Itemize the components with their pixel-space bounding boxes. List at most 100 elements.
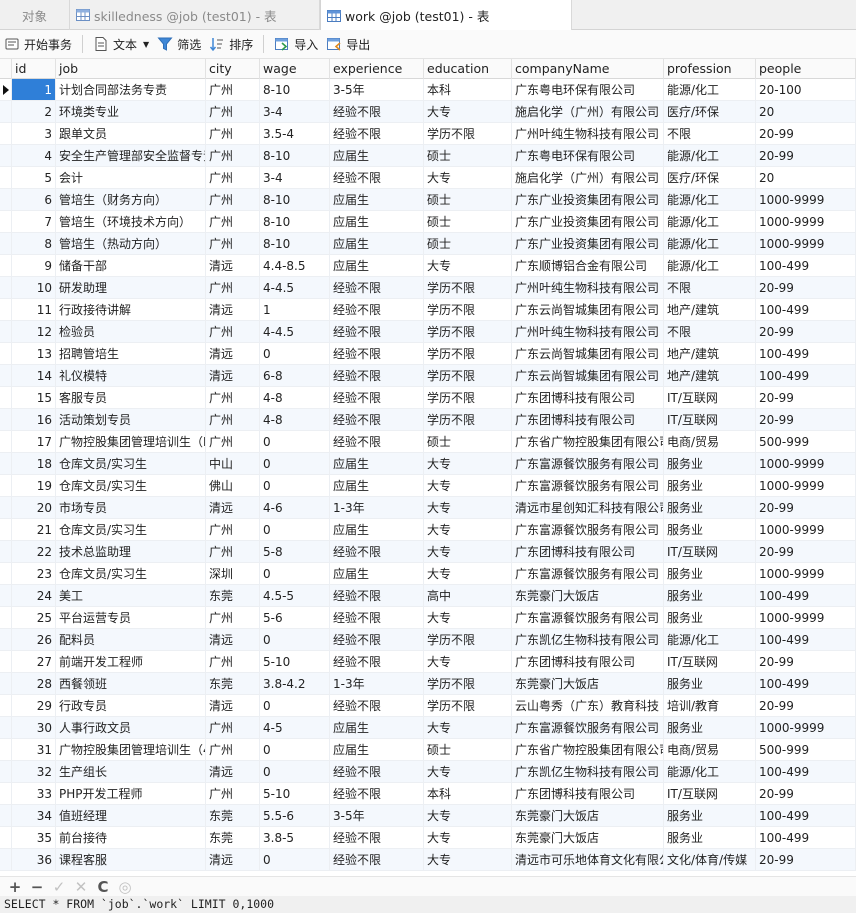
cell-education[interactable]: 学历不限 <box>424 409 512 431</box>
cell-profession[interactable]: 医疗/环保 <box>664 167 756 189</box>
cell-id[interactable]: 12 <box>12 321 56 343</box>
cell-people[interactable]: 1000-9999 <box>756 233 856 255</box>
cell-wage[interactable]: 4-4.5 <box>260 277 330 299</box>
cell-job[interactable]: 仓库文员/实习生 <box>56 453 206 475</box>
cell-job[interactable]: 招聘管培生 <box>56 343 206 365</box>
cell-city[interactable]: 清远 <box>206 497 260 519</box>
row-selector[interactable] <box>0 321 12 343</box>
cell-people[interactable]: 100-499 <box>756 299 856 321</box>
row-selector[interactable] <box>0 739 12 761</box>
cell-people[interactable]: 1000-9999 <box>756 475 856 497</box>
cell-companyname[interactable]: 广东凯亿生物科技有限公司 <box>512 761 664 783</box>
cell-job[interactable]: 管培生（热动方向） <box>56 233 206 255</box>
cell-experience[interactable]: 应届生 <box>330 255 424 277</box>
cell-experience[interactable]: 应届生 <box>330 475 424 497</box>
cell-experience[interactable]: 应届生 <box>330 189 424 211</box>
cell-experience[interactable]: 经验不限 <box>330 123 424 145</box>
cell-people[interactable]: 100-499 <box>756 365 856 387</box>
cell-id[interactable]: 22 <box>12 541 56 563</box>
cell-experience[interactable]: 经验不限 <box>330 541 424 563</box>
cell-id[interactable]: 6 <box>12 189 56 211</box>
cell-profession[interactable]: 培训/教育 <box>664 695 756 717</box>
filter-button[interactable]: 筛选 <box>153 33 205 55</box>
cell-companyname[interactable]: 广东广业投资集团有限公司 <box>512 233 664 255</box>
column-header-job[interactable]: job <box>56 59 206 79</box>
cell-education[interactable]: 学历不限 <box>424 299 512 321</box>
column-header-companyname[interactable]: companyName <box>512 59 664 79</box>
cell-profession[interactable]: 能源/化工 <box>664 189 756 211</box>
table-row[interactable]: 29 行政专员 清远 0 经验不限 学历不限 云山粤秀（广东）教育科技 培训/教育 20-99 <box>0 695 856 717</box>
cell-city[interactable]: 广州 <box>206 211 260 233</box>
cell-experience[interactable]: 应届生 <box>330 563 424 585</box>
cell-profession[interactable]: IT/互联网 <box>664 651 756 673</box>
cell-companyname[interactable]: 广东云尚智城集团有限公司 <box>512 343 664 365</box>
table-row[interactable]: 23 仓库文员/实习生 深圳 0 应届生 大专 广东富源餐饮服务有限公司 服务业 1000-99… <box>0 563 856 585</box>
cell-city[interactable]: 佛山 <box>206 475 260 497</box>
column-header-people[interactable]: people <box>756 59 856 79</box>
cell-education[interactable]: 大专 <box>424 761 512 783</box>
cell-companyname[interactable]: 广州叶纯生物科技有限公司 <box>512 321 664 343</box>
cell-experience[interactable]: 应届生 <box>330 211 424 233</box>
cell-city[interactable]: 东莞 <box>206 805 260 827</box>
cell-id[interactable]: 35 <box>12 827 56 849</box>
cell-people[interactable]: 1000-9999 <box>756 189 856 211</box>
cell-profession[interactable]: IT/互联网 <box>664 387 756 409</box>
row-selector[interactable] <box>0 519 12 541</box>
cell-education[interactable]: 学历不限 <box>424 343 512 365</box>
table-row[interactable]: 10 研发助理 广州 4-4.5 经验不限 学历不限 广州叶纯生物科技有限公司 不限 20-99 <box>0 277 856 299</box>
cell-id[interactable]: 2 <box>12 101 56 123</box>
cell-id[interactable]: 18 <box>12 453 56 475</box>
cell-city[interactable]: 清远 <box>206 629 260 651</box>
cell-city[interactable]: 东莞 <box>206 673 260 695</box>
tab-skilledness-table[interactable]: skilledness @job (test01) - 表 <box>70 0 320 30</box>
cell-companyname[interactable]: 广东团博科技有限公司 <box>512 783 664 805</box>
cell-wage[interactable]: 3.8-5 <box>260 827 330 849</box>
cell-wage[interactable]: 0 <box>260 563 330 585</box>
table-row[interactable]: 11 行政接待讲解 清远 1 经验不限 学历不限 广东云尚智城集团有限公司 地产/建筑 100-… <box>0 299 856 321</box>
cell-wage[interactable]: 4.5-5 <box>260 585 330 607</box>
cell-id[interactable]: 34 <box>12 805 56 827</box>
cell-companyname[interactable]: 清远市可乐地体育文化有限公 <box>512 849 664 871</box>
cell-people[interactable]: 20-99 <box>756 409 856 431</box>
cell-profession[interactable]: 服务业 <box>664 453 756 475</box>
cell-profession[interactable]: 能源/化工 <box>664 233 756 255</box>
cell-experience[interactable]: 经验不限 <box>330 387 424 409</box>
cell-city[interactable]: 广州 <box>206 233 260 255</box>
cell-people[interactable]: 1000-9999 <box>756 717 856 739</box>
begin-transaction-button[interactable]: 开始事务 <box>0 33 76 55</box>
row-selector[interactable] <box>0 695 12 717</box>
cell-id[interactable]: 11 <box>12 299 56 321</box>
table-row[interactable]: 30 人事行政文员 广州 4-5 应届生 大专 广东富源餐饮服务有限公司 服务业 1000-99… <box>0 717 856 739</box>
cell-people[interactable]: 20-99 <box>756 651 856 673</box>
delete-record-button[interactable]: − <box>26 878 48 896</box>
cell-wage[interactable]: 4-4.5 <box>260 321 330 343</box>
cell-experience[interactable]: 经验不限 <box>330 761 424 783</box>
cell-id[interactable]: 16 <box>12 409 56 431</box>
cell-id[interactable]: 28 <box>12 673 56 695</box>
row-selector[interactable] <box>0 365 12 387</box>
cell-job[interactable]: 仓库文员/实习生 <box>56 519 206 541</box>
cell-education[interactable]: 大专 <box>424 101 512 123</box>
text-button[interactable]: 文本 ▼ <box>89 33 153 55</box>
cell-id[interactable]: 15 <box>12 387 56 409</box>
cell-people[interactable]: 500-999 <box>756 431 856 453</box>
cell-people[interactable]: 20-99 <box>756 123 856 145</box>
cell-profession[interactable]: 服务业 <box>664 673 756 695</box>
cell-experience[interactable]: 经验不限 <box>330 321 424 343</box>
cell-profession[interactable]: 能源/化工 <box>664 629 756 651</box>
cell-education[interactable]: 高中 <box>424 585 512 607</box>
cell-id[interactable]: 14 <box>12 365 56 387</box>
tab-work-table[interactable]: work @job (test01) - 表 <box>320 0 572 31</box>
cell-job[interactable]: PHP开发工程师 <box>56 783 206 805</box>
cell-job[interactable]: 生产组长 <box>56 761 206 783</box>
cell-job[interactable]: 安全生产管理部安全监督专责 <box>56 145 206 167</box>
cell-profession[interactable]: 地产/建筑 <box>664 343 756 365</box>
cell-people[interactable]: 20-99 <box>756 277 856 299</box>
cell-companyname[interactable]: 广东富源餐饮服务有限公司 <box>512 717 664 739</box>
cell-city[interactable]: 广州 <box>206 189 260 211</box>
cell-job[interactable]: 配料员 <box>56 629 206 651</box>
cell-companyname[interactable]: 广东粤电环保有限公司 <box>512 79 664 101</box>
cell-profession[interactable]: 地产/建筑 <box>664 365 756 387</box>
cell-companyname[interactable]: 施启化学（广州）有限公司 <box>512 167 664 189</box>
cell-id[interactable]: 30 <box>12 717 56 739</box>
